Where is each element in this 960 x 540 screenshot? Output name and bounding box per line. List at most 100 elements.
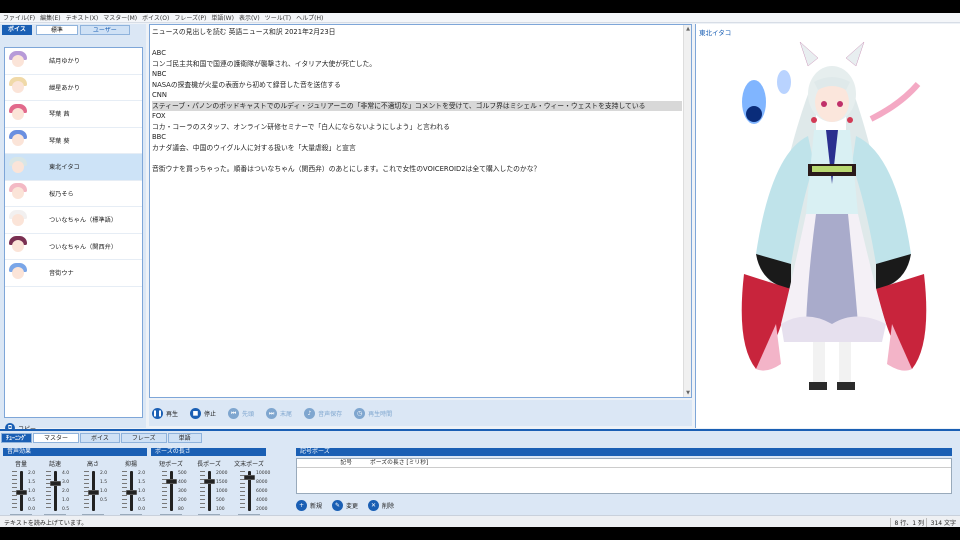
symbol-delete-button[interactable]: ✕ 削除	[368, 500, 394, 511]
next-button[interactable]: ⏭ 末尾	[266, 407, 292, 419]
editor-line[interactable]: BBC	[152, 132, 682, 143]
editor-line[interactable]: ABC	[152, 48, 682, 59]
slider-tick-label: 1000	[216, 489, 228, 494]
tab-word[interactable]: 単語	[167, 433, 202, 443]
editor-line[interactable]: FOX	[152, 111, 682, 122]
voice-list-item[interactable]: ついなちゃん（関西弁）	[5, 234, 142, 260]
avatar	[7, 129, 29, 151]
slider-tick-label: 80	[178, 507, 184, 512]
slider-tick-label: 0.5	[28, 498, 36, 503]
prev-button[interactable]: ⏮ 先頭	[228, 407, 255, 419]
slider[interactable]: 音量 2.0 1.5 1.0 0.5 0.0	[4, 459, 38, 519]
menu-item[interactable]: 単語(W)	[211, 13, 234, 22]
editor-line[interactable]: ニュースの見出しを読む 英語ニュース和訳 2021年2月23日	[152, 27, 682, 38]
symbol-edit-button[interactable]: ✎ 変更	[332, 500, 358, 511]
voice-tabs: ボイス 標準 ユーザー	[2, 25, 130, 35]
column-symbol[interactable]: 記号	[297, 459, 352, 467]
menu-item[interactable]: ファイル(F)	[3, 13, 35, 22]
menu-item[interactable]: ヘルプ(H)	[296, 13, 323, 22]
save-audio-icon: ♪	[304, 407, 316, 419]
menu-item[interactable]: ボイス(O)	[142, 13, 169, 22]
slider-tick-label: 400	[178, 480, 187, 485]
slider[interactable]: 話速 4.0 3.0 2.0 1.0 0.5	[38, 459, 72, 519]
save-audio-button[interactable]: ♪ 音声保存	[304, 407, 342, 419]
symbol-new-button[interactable]: + 新規	[296, 500, 322, 511]
editor-line[interactable]: 音街ウナを買っちゃった。順番はついなちゃん（関西弁）のあとにします。これで女性の…	[152, 164, 682, 175]
symbol-pause-table[interactable]: 記号 ポーズの長さ [ミリ秒]	[296, 458, 952, 494]
slider-thumb[interactable]	[16, 490, 27, 495]
voice-list-item[interactable]: 音街ウナ	[5, 260, 142, 287]
text-editor[interactable]: ニュースの見出しを読む 英語ニュース和訳 2021年2月23日 ABC コンゴ民主共…	[149, 24, 692, 398]
tuning-tabs: ﾁｭｰﾆﾝｸﾞ マスター ボイス フレーズ 単語	[1, 433, 203, 443]
menu-item[interactable]: ツール(T)	[265, 13, 291, 22]
symbol-new-label: 新規	[310, 503, 323, 510]
prev-label: 先頭	[242, 410, 255, 418]
tab-phrase[interactable]: フレーズ	[120, 433, 167, 443]
tab-voice-tuning[interactable]: ボイス	[80, 433, 120, 443]
slider-tick-label: 2.0	[138, 471, 146, 476]
slider-thumb[interactable]	[88, 490, 99, 495]
voice-list-item[interactable]: 結月ゆかり	[5, 48, 142, 75]
editor-line[interactable]: NBC	[152, 69, 682, 80]
play-button[interactable]: ❚❚ 再生	[152, 407, 178, 419]
scroll-up-icon[interactable]: ▲	[684, 25, 692, 33]
slider-thumb[interactable]	[204, 478, 215, 484]
slider[interactable]: 短ポーズ 500 400 300 200 80	[154, 459, 188, 519]
slider-track[interactable]	[170, 471, 173, 511]
voice-name: 東北イタコ	[49, 164, 80, 172]
voice-list-item[interactable]: ついなちゃん（標準語）	[5, 207, 142, 234]
menu-item[interactable]: 表示(V)	[239, 13, 260, 22]
voice-list-item[interactable]: 琴葉 茜	[5, 101, 142, 128]
slider-track[interactable]	[54, 471, 57, 511]
play-time-button[interactable]: ◷ 再生時間	[354, 407, 392, 419]
slider-label: 話速	[48, 461, 61, 468]
menu-item[interactable]: マスター(M)	[103, 13, 137, 22]
menu-item[interactable]: フレーズ(P)	[174, 13, 206, 22]
editor-line[interactable]: コンゴ民主共和国で国連の護衛隊が襲撃され、イタリア大使が死亡した。	[152, 59, 682, 70]
voice-list-item[interactable]: 琴葉 葵	[5, 128, 142, 154]
character-count: 314 文字	[925, 518, 956, 527]
tab-master[interactable]: マスター	[33, 433, 80, 443]
avatar	[7, 50, 29, 72]
slider[interactable]: 抑揚 2.0 1.5 1.0 0.5 0.0	[114, 459, 148, 519]
slider-thumb[interactable]	[166, 478, 177, 484]
tab-standard[interactable]: 標準	[35, 25, 78, 35]
editor-line[interactable]: NASAの探査機が火星の表面から初めて録音した音を送信する	[152, 80, 682, 91]
tab-user[interactable]: ユーザー	[79, 25, 130, 35]
column-pause-length[interactable]: ポーズの長さ [ミリ秒]	[370, 459, 428, 467]
slider-label: 長ポーズ	[197, 461, 221, 468]
slider-tick-label: 8000	[256, 480, 268, 485]
scroll-down-icon[interactable]: ▼	[684, 389, 692, 397]
symbol-actions: + 新規 ✎ 変更 ✕ 削除	[296, 500, 404, 511]
symbol-edit-label: 変更	[346, 503, 359, 510]
editor-line[interactable]: カナダ議会、中国のウイグル人に対する扱いを「大量虐殺」と宣言	[152, 143, 682, 154]
slider-thumb[interactable]	[126, 490, 137, 495]
voice-list-item[interactable]: 東北イタコ	[5, 154, 142, 181]
slider-thumb[interactable]	[244, 474, 255, 480]
menu-item[interactable]: テキスト(X)	[66, 13, 99, 22]
slider-track[interactable]	[208, 471, 211, 511]
editor-line[interactable]: CNN	[152, 90, 682, 101]
slider-label: 抑揚	[124, 461, 137, 468]
tab-voice[interactable]: ボイス	[2, 25, 32, 35]
editor-text[interactable]: ニュースの見出しを読む 英語ニュース和訳 2021年2月23日 ABC コンゴ民主共…	[152, 27, 682, 174]
voice-list-item[interactable]: 紲星あかり	[5, 75, 142, 101]
editor-scrollbar[interactable]: ▲ ▼	[683, 25, 691, 397]
edit-icon: ✎	[332, 500, 344, 511]
editor-line[interactable]: コカ・コーラのスタッフ、オンライン研修セミナーで「白人にならないようにしよう」と…	[152, 122, 682, 133]
slider[interactable]: 文末ポーズ1000080006000400020000	[232, 459, 270, 521]
slider[interactable]: 高さ 2.0 1.5 1.0 0.5	[76, 459, 110, 519]
slider[interactable]: 長ポーズ 2000 1500 1000 500 100	[192, 459, 227, 519]
editor-line[interactable]	[152, 38, 682, 49]
slider-thumb[interactable]	[50, 480, 61, 486]
stop-button[interactable]: ■ 停止	[190, 407, 216, 419]
editor-line[interactable]	[152, 153, 682, 164]
voice-name: 結月ゆかり	[49, 58, 80, 66]
menu-item[interactable]: 編集(E)	[40, 13, 60, 22]
tab-tuning[interactable]: ﾁｭｰﾆﾝｸﾞ	[1, 433, 33, 443]
skip-forward-icon: ⏭	[266, 407, 278, 419]
editor-line[interactable]: スティーブ・パノンのポッドキャストでのルディ・ジュリアーニの「非常に不適切な」コ…	[152, 100, 682, 111]
voice-list-item[interactable]: 桜乃そら	[5, 181, 142, 207]
avatar	[7, 182, 29, 204]
skip-back-icon: ⏮	[228, 407, 240, 419]
